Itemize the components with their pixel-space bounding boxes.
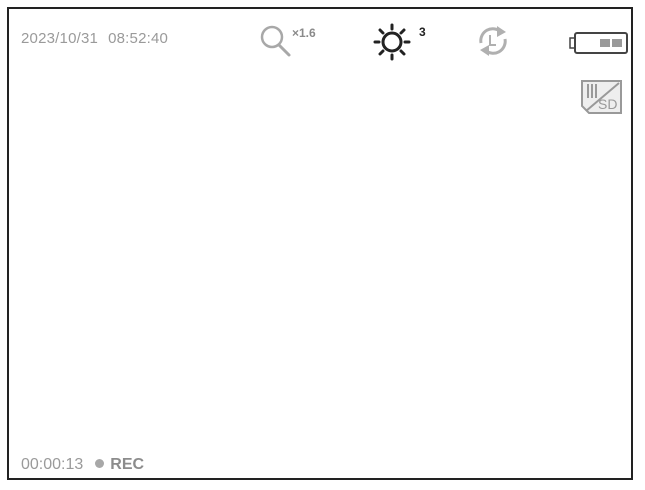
date-text: 2023/10/31 xyxy=(21,30,99,47)
elapsed-time: 00:00:13 xyxy=(21,456,84,473)
viewfinder-screen: 2023/10/31 08:52:40 ×1.6 3 SD 00:00:13 R… xyxy=(7,7,633,480)
time-text: 08:52:40 xyxy=(108,30,169,47)
rec-label: REC xyxy=(110,456,145,473)
zoom-level-label: ×1.6 xyxy=(292,26,316,40)
recording-status: 00:00:13 REC xyxy=(21,456,144,474)
sd-card-icon: SD xyxy=(581,80,622,114)
date-time-display: 2023/10/31 08:52:40 xyxy=(21,30,168,47)
sun-icon xyxy=(373,23,411,61)
zoom-indicator[interactable]: ×1.6 xyxy=(258,21,338,61)
brightness-level-label: 3 xyxy=(419,25,426,39)
record-dot-icon xyxy=(95,459,105,468)
brightness-indicator[interactable]: 3 xyxy=(373,21,433,61)
magnifier-icon xyxy=(260,25,291,57)
battery-icon xyxy=(569,32,628,54)
rotate-icon[interactable] xyxy=(473,21,513,61)
